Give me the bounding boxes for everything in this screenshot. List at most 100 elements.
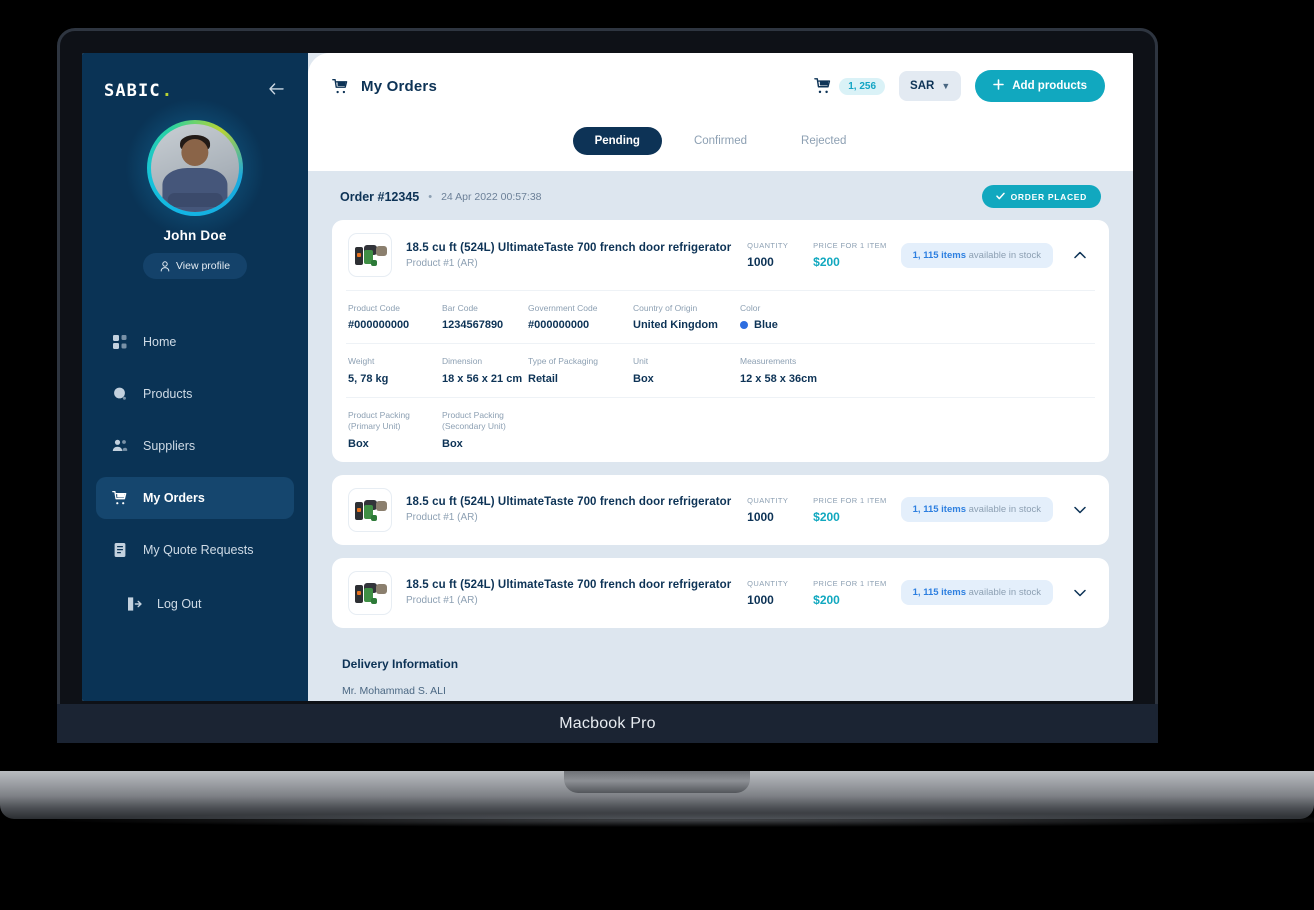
screen-bezel: SABIC. View profile Home Products Suppli…	[57, 28, 1158, 743]
stock-badge: 1, 115 items available in stock	[900, 242, 1053, 268]
chevron-down-icon[interactable]	[1067, 580, 1093, 606]
stock-badge: 1, 115 items available in stock	[900, 497, 1053, 523]
sidebar-item-label: My Orders	[143, 491, 205, 505]
stock-count: 1, 115 items	[912, 249, 966, 261]
spec-type-of-packaging: Type of Packaging Retail	[528, 356, 633, 384]
stock-badge: 1, 115 items available in stock	[900, 580, 1053, 606]
spec-government-code: Government Code #000000000	[528, 303, 633, 331]
price-block: PRICE FOR 1 ITEM $200	[813, 241, 887, 269]
quantity-label: QUANTITY	[747, 578, 789, 588]
product-row[interactable]: 18.5 cu ft (524L) UltimateTaste 700 fren…	[346, 475, 1095, 545]
circle-icon	[112, 386, 128, 402]
orders-scroll-area[interactable]: Order #12345 • 24 Apr 2022 00:57:38 ORDE…	[308, 171, 1133, 701]
quantity-label: QUANTITY	[747, 241, 789, 250]
price-label: PRICE FOR 1 ITEM	[813, 495, 887, 505]
spec-row: Product Packing (Primary Unit) Box Produ…	[346, 398, 1095, 462]
product-info: 18.5 cu ft (524L) UltimateTaste 700 fren…	[406, 496, 733, 523]
page-title: My Orders	[361, 77, 437, 95]
sidebar-item-home[interactable]: Home	[96, 321, 294, 363]
currency-selector[interactable]: SAR ▼	[899, 71, 962, 101]
grid-icon	[112, 334, 128, 350]
sidebar-item-logout[interactable]: Log Out	[110, 583, 217, 625]
spec-value: Box	[633, 372, 654, 385]
device-label: Macbook Pro	[559, 714, 656, 732]
product-name: 18.5 cu ft (524L) UltimateTaste 700 fren…	[406, 241, 732, 254]
document-icon	[112, 542, 128, 558]
product-row[interactable]: 18.5 cu ft (524L) UltimateTaste 700 fren…	[346, 558, 1095, 628]
sidebar-item-products[interactable]: Products	[96, 373, 294, 415]
product-thumbnail	[348, 487, 392, 532]
sidebar-item-label: Log Out	[157, 597, 202, 611]
spec-row: Product Code #000000000 Bar Code 1234567…	[346, 291, 1095, 345]
order-separator: •	[428, 190, 433, 203]
sidebar-item-my-quote-requests[interactable]: My Quote Requests	[96, 529, 294, 571]
product-subtitle: Product #1 (AR)	[406, 595, 478, 607]
topbar-actions: 1, 256 SAR ▼ Add products	[814, 70, 1105, 102]
stock-suffix: available in stock	[968, 504, 1041, 516]
spec-label: Product Packing (Secondary Unit)	[442, 409, 506, 432]
stock-suffix: available in stock	[968, 587, 1041, 599]
page-title-wrap: My Orders	[332, 78, 437, 95]
spec-label: Dimension	[442, 356, 483, 367]
spec-weight: Weight 5, 78 kg	[348, 356, 442, 384]
product-info: 18.5 cu ft (524L) UltimateTaste 700 fren…	[406, 242, 733, 269]
stock-count: 1, 115 items	[912, 587, 966, 599]
spec-label: Weight	[348, 356, 375, 367]
product-card: 18.5 cu ft (524L) UltimateTaste 700 fren…	[332, 474, 1109, 545]
spec-unit: Unit Box	[633, 356, 740, 384]
laptop-base-shadow	[57, 813, 1314, 827]
product-row[interactable]: 18.5 cu ft (524L) UltimateTaste 700 fren…	[346, 220, 1095, 290]
users-icon	[112, 438, 128, 454]
stock-suffix: available in stock	[968, 249, 1041, 261]
cart-icon	[814, 77, 832, 95]
chevron-down-icon[interactable]	[1067, 497, 1093, 523]
tab-confirmed[interactable]: Confirmed	[672, 127, 769, 155]
chevron-up-icon[interactable]	[1067, 242, 1093, 268]
spec-value: United Kingdom	[633, 319, 718, 332]
product-thumbnail	[348, 233, 392, 277]
spec-bar-code: Bar Code 1234567890	[442, 303, 528, 331]
plus-icon	[993, 79, 1005, 93]
cart-button[interactable]: 1, 256	[814, 77, 886, 95]
spec-label: Type of Packaging	[528, 356, 598, 367]
color-swatch	[740, 321, 748, 330]
spec-label: Product Packing (Primary Unit)	[348, 409, 410, 432]
quantity-value: 1000	[747, 255, 774, 269]
cart-count-badge: 1, 256	[839, 77, 886, 95]
quantity-block: QUANTITY 1000	[747, 579, 799, 607]
spec-color: Color Blue	[740, 303, 834, 331]
sidebar-item-suppliers[interactable]: Suppliers	[96, 425, 294, 467]
order-header-left: Order #12345 • 24 Apr 2022 00:57:38	[340, 190, 542, 204]
laptop-base	[0, 771, 1314, 819]
spec-value: Blue	[754, 319, 778, 332]
spec-dimension: Dimension 18 x 56 x 21 cm	[442, 356, 528, 384]
sidebar-item-label: Products	[143, 387, 193, 401]
delivery-line: Mr. Mohammad S. ALI	[342, 684, 446, 697]
spec-label: Bar Code	[442, 303, 478, 313]
avatar-arms	[167, 192, 223, 207]
spec-label: Measurements	[740, 356, 797, 367]
view-profile-label: View profile	[175, 260, 231, 272]
sidebar-item-my-orders[interactable]: My Orders	[96, 477, 294, 519]
avatar-photo	[151, 124, 239, 212]
delivery-information: Delivery Information Mr. Mohammad S. ALI…	[332, 641, 1109, 701]
view-profile-button[interactable]: View profile	[143, 253, 247, 279]
person-icon	[160, 260, 170, 271]
spec-country-of-origin: Country of Origin United Kingdom	[633, 303, 740, 331]
tab-rejected[interactable]: Rejected	[779, 127, 868, 155]
add-products-button[interactable]: Add products	[975, 70, 1105, 102]
spec-packing-secondary: Product Packing (Secondary Unit) Box	[442, 410, 528, 450]
spec-value: 1234567890	[442, 319, 504, 332]
spec-label: Color	[740, 303, 761, 313]
spec-value: #000000000	[528, 319, 590, 332]
chevron-down-icon: ▼	[941, 81, 951, 91]
tab-pending[interactable]: Pending	[572, 127, 662, 155]
product-thumbnail	[348, 570, 392, 615]
arrow-left-icon[interactable]	[265, 79, 288, 102]
quantity-block: QUANTITY 1000	[747, 496, 799, 524]
add-products-label: Add products	[1012, 80, 1087, 92]
spec-label: Product Code	[348, 303, 400, 313]
product-subtitle: Product #1 (AR)	[406, 257, 478, 269]
product-specifications: Product Code #000000000 Bar Code 1234567…	[346, 290, 1095, 462]
spec-value: 5, 78 kg	[348, 372, 389, 385]
